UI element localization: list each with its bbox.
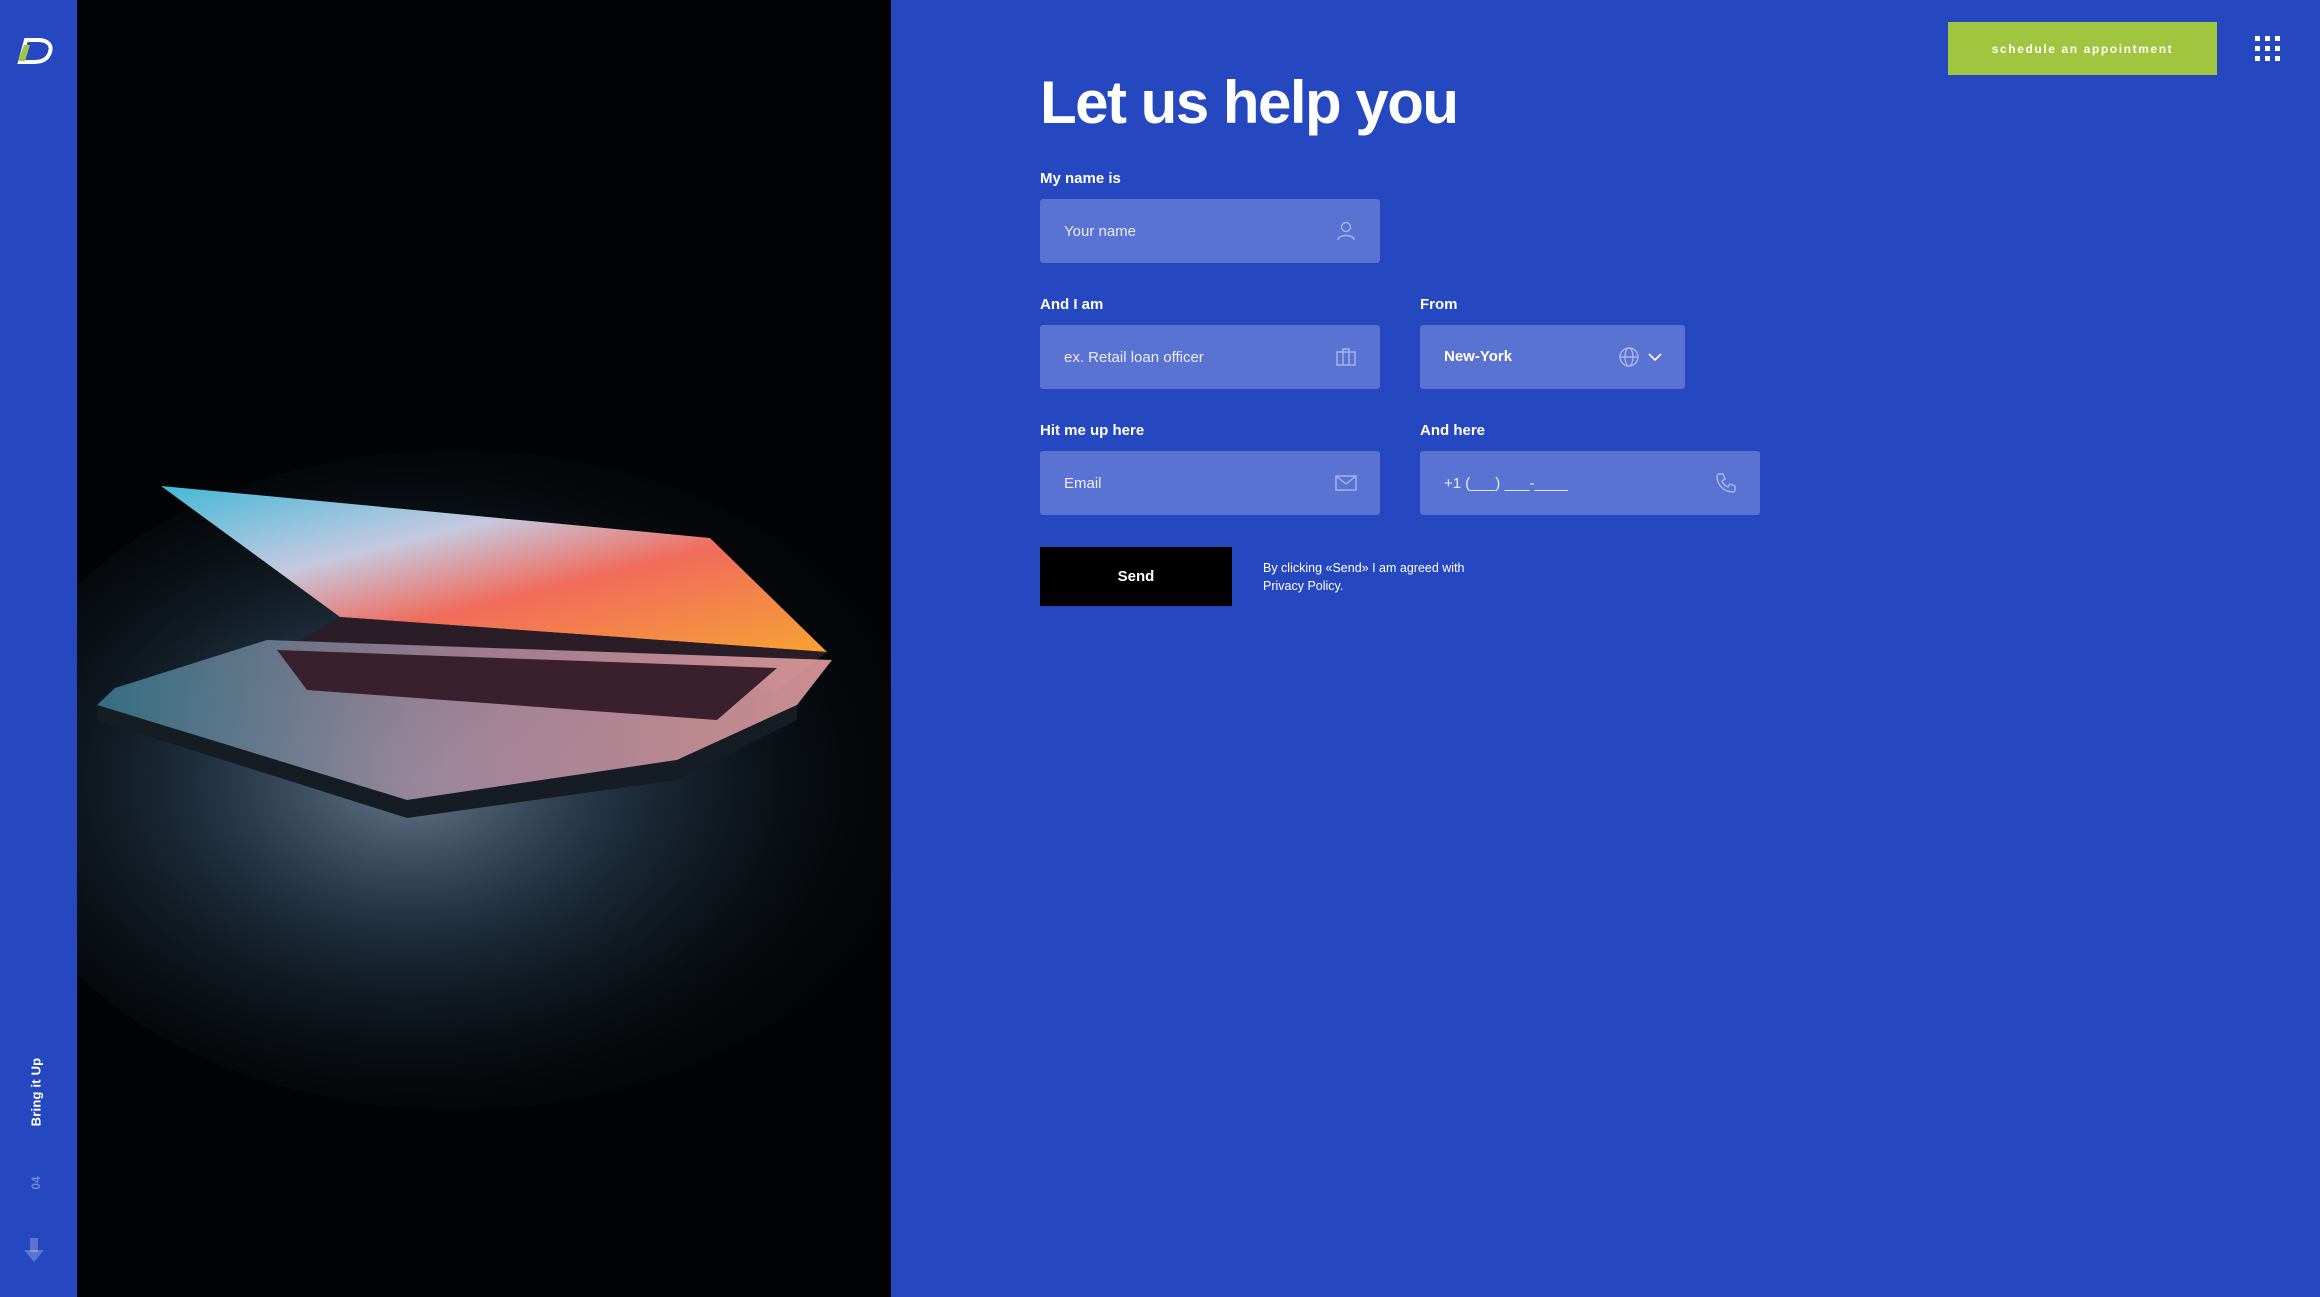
brand-logo-icon[interactable]	[16, 36, 54, 64]
chevron-down-icon[interactable]	[1647, 346, 1663, 368]
email-input[interactable]	[1040, 451, 1380, 515]
privacy-policy-link[interactable]: Privacy Policy.	[1263, 579, 1343, 593]
email-field-wrapper	[1040, 451, 1380, 515]
briefcase-icon	[1336, 348, 1356, 366]
arrow-down-icon[interactable]	[23, 1236, 45, 1264]
phone-input[interactable]	[1420, 451, 1760, 515]
globe-icon	[1619, 347, 1639, 367]
phone-icon	[1716, 473, 1736, 493]
role-input[interactable]	[1040, 325, 1380, 389]
schedule-appointment-button[interactable]: schedule an appointment	[1948, 22, 2217, 75]
mail-icon	[1335, 475, 1357, 491]
name-input[interactable]	[1040, 199, 1380, 263]
phone-field-wrapper	[1420, 451, 1760, 515]
city-select[interactable]: New-York	[1420, 325, 1685, 389]
city-label: From	[1420, 296, 1458, 313]
user-icon	[1337, 221, 1355, 241]
agreement-text: By clicking «Send» I am agreed with	[1263, 561, 1465, 575]
hero-photo	[77, 0, 891, 1297]
role-field-wrapper	[1040, 325, 1380, 389]
send-button[interactable]: Send	[1040, 547, 1232, 606]
page-title: Let us help you	[1040, 69, 1459, 136]
role-label: And I am	[1040, 296, 1104, 313]
name-label: My name is	[1040, 170, 1121, 187]
city-value: New-York	[1444, 348, 1513, 365]
phone-label: And here	[1420, 422, 1486, 439]
grid-menu-icon[interactable]	[2255, 36, 2280, 61]
privacy-agreement: By clicking «Send» I am agreed with Priv…	[1263, 559, 1493, 595]
main-panel	[891, 0, 2320, 1297]
name-field-wrapper	[1040, 199, 1380, 263]
email-label: Hit me up here	[1040, 422, 1145, 439]
side-rail: Bring it Up 04	[0, 0, 77, 1297]
page-number: 04	[29, 1176, 43, 1190]
rail-vertical-label[interactable]: Bring it Up	[29, 1058, 44, 1127]
